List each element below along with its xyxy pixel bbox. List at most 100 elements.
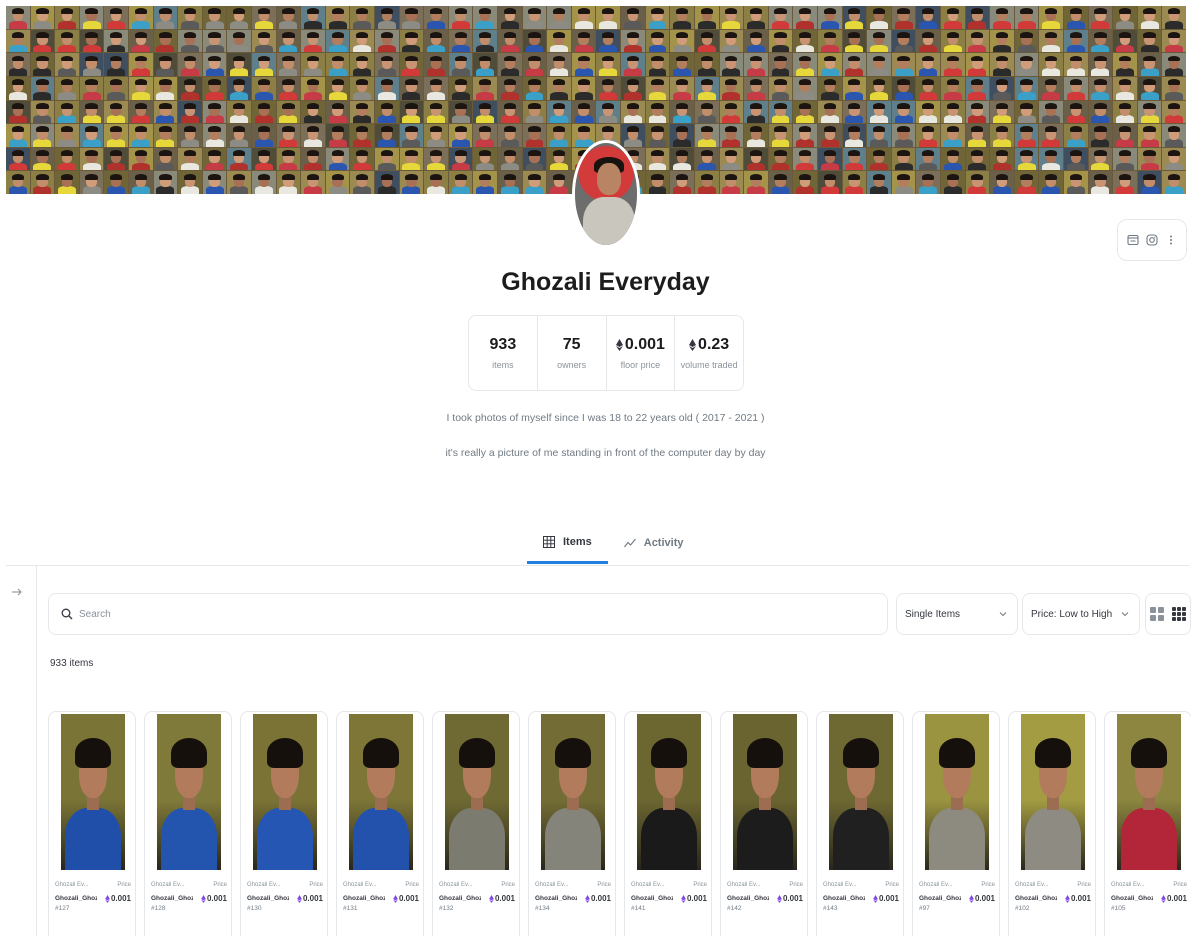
nft-name: Ghozali_Ghoz bbox=[1111, 895, 1153, 902]
banner-tile bbox=[350, 6, 375, 29]
stat-value: 0.001 bbox=[615, 336, 665, 354]
banner-tile bbox=[891, 124, 916, 147]
stat-items[interactable]: 933 items bbox=[469, 316, 538, 390]
banner-tile bbox=[1063, 6, 1088, 29]
nft-card[interactable]: Ghozali Ev... Price Ghozali_Ghoz 0.001 #… bbox=[1104, 711, 1191, 936]
banner-tile bbox=[202, 147, 227, 171]
nft-card[interactable]: Ghozali Ev... Price Ghozali_Ghoz 0.001 #… bbox=[528, 711, 616, 936]
activity-icon bbox=[623, 538, 636, 548]
banner-tile bbox=[744, 76, 768, 100]
banner-tile bbox=[842, 29, 867, 53]
banner-tile bbox=[694, 76, 719, 100]
banner-tile bbox=[30, 76, 55, 100]
tab-items[interactable]: Items bbox=[527, 522, 608, 564]
stat-floor-price[interactable]: 0.001 floor price bbox=[607, 316, 676, 390]
nft-card[interactable]: Ghozali Ev... Price Ghozali_Ghoz 0.001 #… bbox=[624, 711, 712, 936]
banner-tile bbox=[768, 76, 793, 100]
nft-price: 0.001 bbox=[1161, 894, 1187, 903]
instagram-icon[interactable] bbox=[1143, 231, 1161, 249]
website-icon[interactable] bbox=[1124, 231, 1142, 249]
nft-card[interactable]: Ghozali Ev... Price Ghozali_Ghoz 0.001 #… bbox=[144, 711, 232, 936]
banner-tile bbox=[990, 171, 1014, 194]
nft-collection-name: Ghozali Ev... bbox=[535, 882, 569, 888]
nft-price: 0.001 bbox=[393, 894, 419, 903]
sort-select[interactable]: Price: Low to High bbox=[1022, 593, 1140, 635]
banner-tile bbox=[621, 6, 645, 29]
nft-collection-name: Ghozali Ev... bbox=[1111, 882, 1145, 888]
banner-tile bbox=[424, 6, 448, 29]
nft-card[interactable]: Ghozali Ev... Price Ghozali_Ghoz 0.001 #… bbox=[48, 711, 136, 936]
banner-tile bbox=[498, 76, 522, 100]
nft-image bbox=[157, 714, 221, 870]
banner-tile bbox=[670, 6, 694, 29]
banner-tile bbox=[990, 124, 1014, 147]
nft-price-label: Price bbox=[117, 882, 131, 888]
nft-card[interactable]: Ghozali Ev... Price Ghozali_Ghoz 0.001 #… bbox=[912, 711, 1000, 936]
nft-price: 0.001 bbox=[777, 894, 803, 903]
banner-tile bbox=[325, 76, 350, 100]
banner-tile bbox=[375, 147, 399, 171]
banner-tile bbox=[1063, 124, 1088, 147]
banner-tile bbox=[694, 6, 719, 29]
nft-image bbox=[541, 714, 605, 870]
banner-tile bbox=[571, 29, 596, 53]
banner-tile bbox=[793, 124, 817, 147]
banner-tile bbox=[202, 29, 227, 53]
nft-card[interactable]: Ghozali Ev... Price Ghozali_Ghoz 0.001 #… bbox=[240, 711, 328, 936]
banner-tile bbox=[1014, 76, 1039, 100]
banner-tile bbox=[670, 53, 694, 76]
banner-tile bbox=[916, 100, 940, 124]
banner-tile bbox=[891, 171, 916, 194]
banner-tile bbox=[1014, 100, 1039, 124]
banner-tile bbox=[202, 53, 227, 76]
more-options-icon[interactable] bbox=[1162, 231, 1180, 249]
nft-price: 0.001 bbox=[1065, 894, 1091, 903]
banner-tile bbox=[1039, 6, 1063, 29]
sidebar-divider bbox=[36, 566, 37, 936]
nft-card[interactable]: Ghozali Ev... Price Ghozali_Ghoz 0.001 #… bbox=[816, 711, 904, 936]
banner-tile bbox=[940, 124, 965, 147]
nft-image bbox=[1021, 714, 1085, 870]
banner-tile bbox=[1113, 124, 1137, 147]
banner-tile bbox=[621, 100, 645, 124]
banner-tile bbox=[6, 171, 30, 194]
stat-label: owners bbox=[557, 360, 587, 370]
item-type-select[interactable]: Single Items bbox=[896, 593, 1018, 635]
banner-tile bbox=[1137, 53, 1162, 76]
banner-tile bbox=[1014, 124, 1039, 147]
banner-tile bbox=[375, 76, 399, 100]
stat-volume-traded[interactable]: 0.23 volume traded bbox=[675, 316, 743, 390]
banner-tile bbox=[30, 6, 55, 29]
nft-card[interactable]: Ghozali Ev... Price Ghozali_Ghoz 0.001 #… bbox=[336, 711, 424, 936]
banner-tile bbox=[817, 147, 842, 171]
banner-tile bbox=[252, 100, 276, 124]
large-grid-view-icon[interactable] bbox=[1150, 607, 1164, 621]
banner-tile bbox=[1014, 171, 1039, 194]
banner-tile bbox=[1088, 171, 1113, 194]
banner-tile bbox=[424, 147, 448, 171]
banner-tile bbox=[79, 29, 104, 53]
banner-tile bbox=[867, 6, 891, 29]
banner-tile bbox=[891, 53, 916, 76]
compact-grid-view-icon[interactable] bbox=[1172, 607, 1186, 621]
banner-tile bbox=[1137, 171, 1162, 194]
search-input[interactable] bbox=[79, 608, 859, 620]
banner-tile bbox=[301, 76, 325, 100]
tab-activity[interactable]: Activity bbox=[608, 522, 700, 564]
nft-card-meta: Ghozali Ev... Price Ghozali_Ghoz 0.001 #… bbox=[1015, 882, 1091, 912]
nft-name: Ghozali_Ghoz bbox=[55, 895, 97, 902]
banner-tile bbox=[1063, 53, 1088, 76]
banner-tile bbox=[399, 100, 424, 124]
nft-card[interactable]: Ghozali Ev... Price Ghozali_Ghoz 0.001 #… bbox=[720, 711, 808, 936]
banner-tile bbox=[1088, 6, 1113, 29]
nft-number: #131 bbox=[343, 905, 358, 912]
banner-tile bbox=[670, 124, 694, 147]
ethereum-icon bbox=[969, 894, 974, 903]
nft-card[interactable]: Ghozali Ev... Price Ghozali_Ghoz 0.001 #… bbox=[1008, 711, 1096, 936]
stat-owners[interactable]: 75 owners bbox=[538, 316, 607, 390]
nft-card[interactable]: Ghozali Ev... Price Ghozali_Ghoz 0.001 #… bbox=[432, 711, 520, 936]
banner-tile bbox=[350, 76, 375, 100]
banner-tile bbox=[375, 171, 399, 194]
filter-toggle-arrow-icon[interactable] bbox=[10, 585, 26, 601]
banner-tile bbox=[498, 29, 522, 53]
